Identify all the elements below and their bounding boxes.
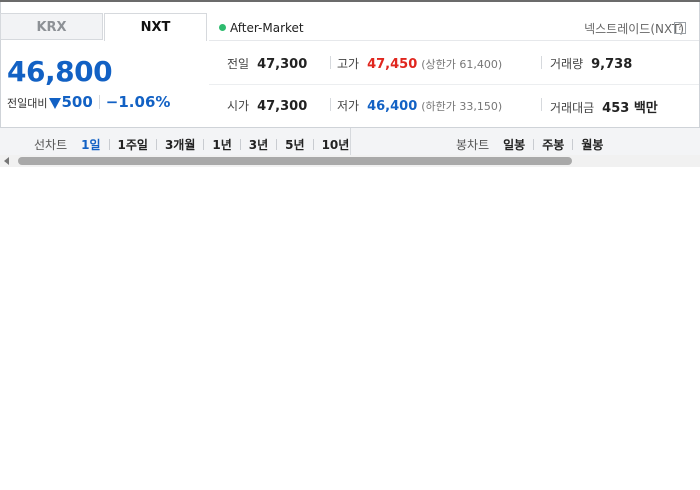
divider (541, 56, 542, 69)
candle-chart-label: 봉차트 (456, 138, 490, 152)
divider (108, 139, 110, 150)
upper-limit: (상한가 61,400) (421, 58, 503, 71)
stat-label: 저가 (337, 99, 360, 113)
stat-open: 시가 47,300 (227, 97, 307, 114)
change-percent: −1.06% (105, 93, 171, 111)
tab-krx[interactable]: KRX (0, 13, 103, 40)
stat-high: 고가 47,450 (상한가 61,400) (337, 55, 502, 72)
divider (541, 98, 542, 111)
stat-value: 47,450 (367, 57, 418, 72)
stat-value: 9,738 (591, 57, 633, 72)
divider (312, 139, 314, 150)
divider (533, 139, 535, 150)
price-change: 전일대비 500 −1.06% (7, 93, 170, 111)
period-1y[interactable]: 1년 (212, 138, 231, 152)
period-1w[interactable]: 1주일 (118, 138, 148, 152)
lower-limit: (하한가 33,150) (421, 100, 503, 113)
down-triangle-icon (49, 98, 62, 109)
change-amount: 500 (61, 93, 93, 111)
period-monthly[interactable]: 월봉 (581, 138, 603, 152)
period-1d[interactable]: 1일 (81, 138, 100, 152)
stat-low: 저가 46,400 (하한가 33,150) (337, 97, 502, 114)
divider (155, 139, 157, 150)
period-5y[interactable]: 5년 (285, 138, 304, 152)
bar-divider (350, 128, 351, 155)
divider (98, 95, 100, 109)
line-chart-label: 선차트 (34, 138, 68, 152)
scrollbar-thumb[interactable] (18, 157, 572, 165)
stat-label: 거래대금 (550, 101, 595, 115)
horizontal-scrollbar[interactable] (0, 155, 700, 167)
divider (203, 139, 205, 150)
period-10y[interactable]: 10년 (322, 138, 350, 152)
market-tabs: KRX NXT (0, 13, 209, 41)
change-label: 전일대비 (7, 97, 48, 110)
divider (276, 139, 278, 150)
divider (239, 139, 241, 150)
stat-trade-value: 거래대금 453 백만 (550, 97, 658, 116)
period-daily[interactable]: 일봉 (503, 138, 525, 152)
stat-label: 전일 (227, 57, 250, 71)
exchange-info: 넥스트레이드(NXT) (584, 20, 684, 37)
period-weekly[interactable]: 주봉 (542, 138, 564, 152)
scroll-left-icon[interactable] (4, 157, 9, 165)
stats-row-divider (209, 84, 699, 85)
current-price: 46,800 (7, 55, 113, 88)
divider (330, 56, 331, 69)
session-status: After-Market (219, 21, 304, 35)
exchange-label: 넥스트레이드(NXT) (584, 22, 684, 36)
session-label: After-Market (230, 21, 304, 35)
stat-label: 거래량 (550, 57, 584, 71)
stat-value: 453 백만 (602, 101, 658, 116)
line-chart-periods: 선차트 1일 1주일 3개월 1년 3년 5년 10년 (34, 136, 349, 153)
stat-label: 고가 (337, 57, 360, 71)
stat-volume: 거래량 9,738 (550, 55, 632, 72)
period-3m[interactable]: 3개월 (165, 138, 195, 152)
chart-period-bar: 선차트 1일 1주일 3개월 1년 3년 5년 10년 봉차트 일봉 주봉 월봉 (0, 127, 700, 155)
period-3y[interactable]: 3년 (249, 138, 268, 152)
stat-value: 46,400 (367, 99, 418, 114)
stat-label: 시가 (227, 99, 250, 113)
divider (572, 139, 574, 150)
session-indicator-icon (219, 24, 226, 31)
stat-prev-close: 전일 47,300 (227, 55, 307, 72)
stat-value: 47,300 (257, 57, 308, 72)
help-icon[interactable]: ? (674, 22, 686, 34)
candle-chart-periods: 봉차트 일봉 주봉 월봉 (456, 136, 603, 153)
stat-value: 47,300 (257, 99, 308, 114)
tab-nxt[interactable]: NXT (104, 13, 207, 41)
divider (330, 98, 331, 111)
tab-underline (209, 40, 699, 41)
